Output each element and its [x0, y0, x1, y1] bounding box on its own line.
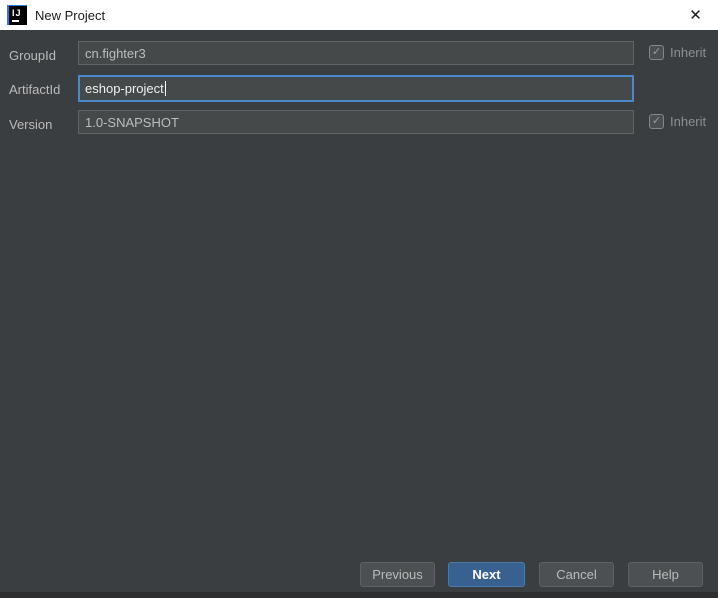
window-title: New Project — [35, 7, 106, 23]
intellij-idea-icon-underscore — [12, 20, 19, 22]
groupid-label: GroupId — [9, 48, 56, 63]
intellij-idea-icon: IJ — [7, 5, 27, 25]
text-caret — [164, 81, 166, 96]
titlebar: IJ New Project ✕ — [0, 0, 718, 30]
next-button[interactable]: Next — [448, 562, 525, 587]
close-button[interactable]: ✕ — [673, 0, 718, 30]
groupid-input[interactable]: cn.fighter3 — [78, 41, 634, 65]
artifactid-label: ArtifactId — [9, 82, 61, 97]
checkbox-checked-icon: ✓ — [649, 45, 664, 60]
version-inherit-label: Inherit — [670, 114, 707, 129]
new-project-dialog: IJ New Project ✕ GroupId cn.fighter3 ✓ I… — [0, 0, 718, 598]
checkbox-checked-icon: ✓ — [649, 114, 664, 129]
version-label: Version — [9, 117, 53, 132]
artifactid-input[interactable]: eshop-project — [78, 75, 634, 102]
window-bottom-edge — [0, 592, 718, 598]
version-inherit-checkbox[interactable]: ✓ Inherit — [649, 114, 706, 129]
close-icon: ✕ — [689, 6, 702, 24]
groupid-inherit-label: Inherit — [670, 45, 707, 60]
help-button[interactable]: Help — [628, 562, 703, 587]
cancel-button[interactable]: Cancel — [539, 562, 614, 587]
version-value: 1.0-SNAPSHOT — [85, 114, 179, 130]
checkmark-icon: ✓ — [651, 46, 662, 58]
previous-button[interactable]: Previous — [360, 562, 435, 587]
artifactid-value: eshop-project — [85, 81, 164, 96]
groupid-inherit-checkbox[interactable]: ✓ Inherit — [649, 45, 706, 60]
intellij-idea-icon-letters: IJ — [12, 8, 22, 18]
version-input[interactable]: 1.0-SNAPSHOT — [78, 110, 634, 134]
groupid-value: cn.fighter3 — [85, 45, 146, 61]
checkmark-icon: ✓ — [651, 115, 662, 127]
